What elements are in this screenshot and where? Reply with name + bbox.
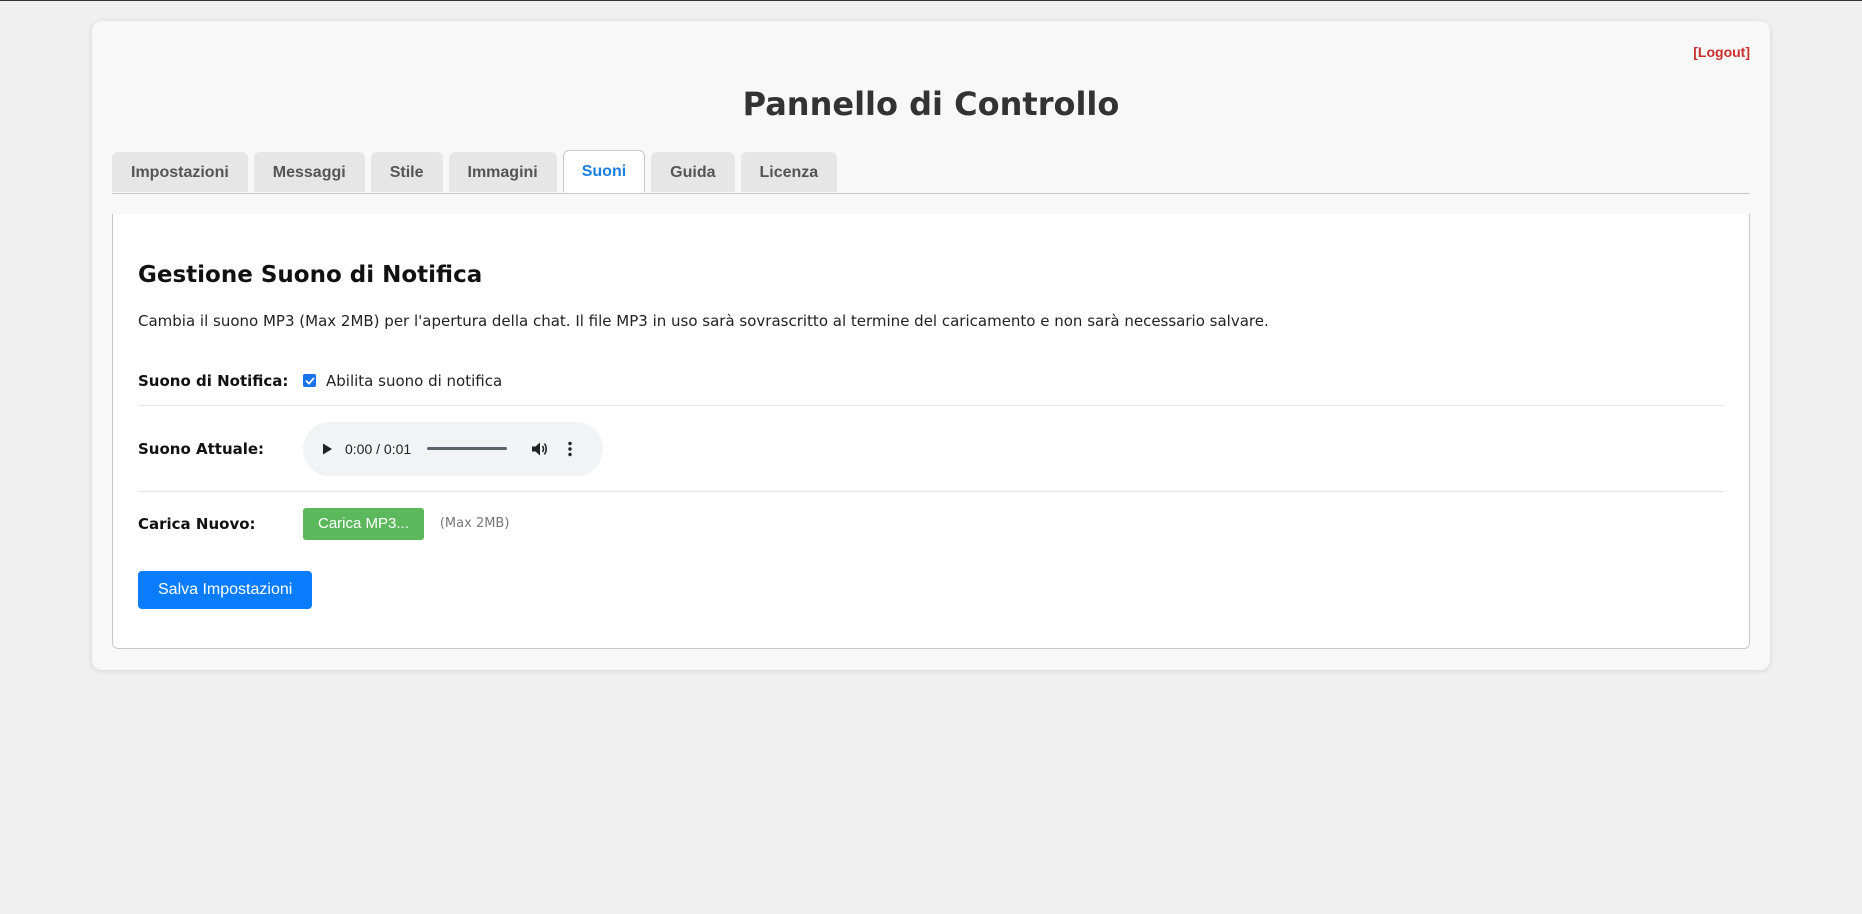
current-sound-row: Suono Attuale: 0:00 / 0:01 (138, 406, 1724, 492)
control-panel: [Logout] Pannello di Controllo Impostazi… (92, 21, 1770, 670)
section-title: Gestione Suono di Notifica (138, 262, 483, 288)
tab-stile[interactable]: Stile (370, 152, 443, 192)
page-title: Pannello di Controllo (742, 85, 1120, 123)
tab-guida[interactable]: Guida (651, 152, 735, 192)
tab-licenza[interactable]: Licenza (740, 152, 838, 192)
current-sound-label: Suono Attuale: (138, 439, 265, 458)
more-vert-icon[interactable] (567, 441, 573, 457)
tab-messaggi[interactable]: Messaggi (253, 152, 365, 192)
upload-row: Carica Nuovo: Carica MP3... (Max 2MB) (138, 492, 1724, 555)
audio-player: 0:00 / 0:01 (303, 421, 603, 476)
tab-immagini[interactable]: Immagini (448, 152, 557, 192)
section-description: Cambia il suono MP3 (Max 2MB) per l'aper… (138, 312, 1269, 330)
tab-impostazioni[interactable]: Impostazioni (112, 152, 248, 192)
logout-link[interactable]: [Logout] (1693, 44, 1750, 60)
enable-notification-label[interactable]: Abilita suono di notifica (326, 372, 502, 390)
play-icon[interactable] (321, 443, 333, 455)
tab-bar: Impostazioni Messaggi Stile Immagini Suo… (112, 150, 1750, 194)
check-icon (305, 377, 314, 384)
tab-content-suoni: Gestione Suono di Notifica Cambia il suo… (112, 214, 1750, 649)
upload-mp3-button[interactable]: Carica MP3... (303, 507, 424, 540)
audio-progress-bar[interactable] (427, 447, 508, 450)
tab-suoni[interactable]: Suoni (562, 150, 646, 193)
volume-icon[interactable] (531, 441, 549, 457)
notification-row: Suono di Notifica: Abilita suono di noti… (138, 356, 1724, 406)
audio-time-display: 0:00 / 0:01 (345, 440, 412, 457)
save-settings-button[interactable]: Salva Impostazioni (138, 571, 313, 609)
upload-size-hint: (Max 2MB) (439, 516, 510, 531)
notification-label: Suono di Notifica: (138, 371, 289, 390)
enable-notification-checkbox[interactable] (303, 374, 316, 387)
upload-label: Carica Nuovo: (138, 514, 256, 533)
